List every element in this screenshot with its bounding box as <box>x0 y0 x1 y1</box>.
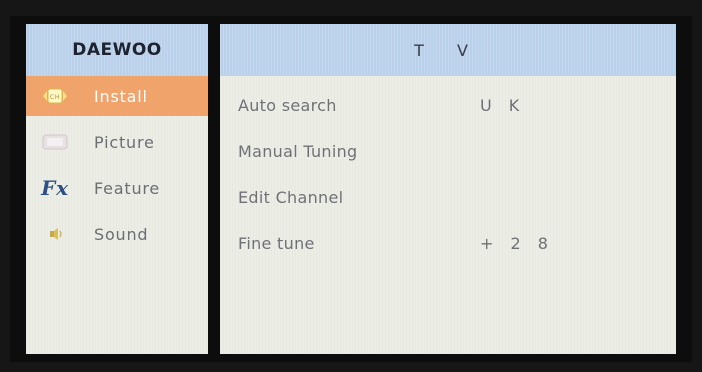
menu-row-edit-channel[interactable]: Edit Channel <box>220 178 676 218</box>
row-value: U K <box>480 96 526 115</box>
svg-text:CH: CH <box>50 94 60 101</box>
sidebar-item-label: Install <box>94 86 148 106</box>
row-label: Edit Channel <box>238 188 344 207</box>
ch-icon: CH <box>26 76 84 116</box>
sidebar-item-install[interactable]: CH Install <box>26 76 208 116</box>
menu-row-fine-tune[interactable]: Fine tune + 2 8 <box>220 224 676 264</box>
speaker-icon <box>26 214 84 254</box>
menu-row-manual-tuning[interactable]: Manual Tuning <box>220 132 676 172</box>
main-panel: T V Auto search U K Manual Tuning Edit C… <box>220 24 676 354</box>
sidebar-item-sound[interactable]: Sound <box>26 214 208 254</box>
tv-screen: DAEWOO CH Install Picture Fx Feature Sou… <box>0 0 702 372</box>
sidebar-panel: DAEWOO CH Install Picture Fx Feature Sou… <box>26 24 208 354</box>
brand-logo: DAEWOO <box>26 24 208 76</box>
fx-icon: Fx <box>26 168 84 208</box>
row-label: Fine tune <box>238 234 315 253</box>
row-label: Manual Tuning <box>238 142 358 161</box>
sidebar-item-label: Sound <box>94 224 149 244</box>
sidebar-item-feature[interactable]: Fx Feature <box>26 168 208 208</box>
fx-icon-text: Fx <box>41 176 69 200</box>
picture-icon <box>26 122 84 162</box>
page-title: T V <box>220 24 676 76</box>
sidebar-item-label: Feature <box>94 178 161 198</box>
sidebar-item-label: Picture <box>94 132 155 152</box>
sidebar-item-picture[interactable]: Picture <box>26 122 208 162</box>
row-label: Auto search <box>238 96 337 115</box>
row-value: + 2 8 <box>480 234 554 253</box>
menu-row-auto-search[interactable]: Auto search U K <box>220 86 676 126</box>
